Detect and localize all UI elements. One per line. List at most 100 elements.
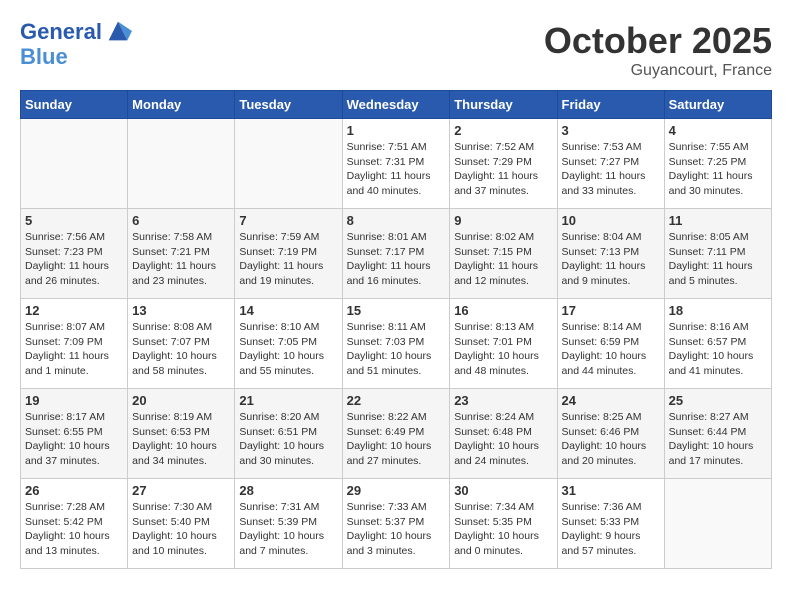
day-cell: 22 Sunrise: 8:22 AMSunset: 6:49 PMDayligh… [342, 389, 450, 479]
day-cell [21, 119, 128, 209]
day-cell: 7 Sunrise: 7:59 AMSunset: 7:19 PMDaylight… [235, 209, 342, 299]
day-cell: 18 Sunrise: 8:16 AMSunset: 6:57 PMDayligh… [664, 299, 771, 389]
day-cell: 8 Sunrise: 8:01 AMSunset: 7:17 PMDaylight… [342, 209, 450, 299]
day-number: 24 [562, 393, 660, 408]
day-info: Sunrise: 7:56 AMSunset: 7:23 PMDaylight:… [25, 230, 123, 289]
day-cell [664, 479, 771, 569]
day-info: Sunrise: 7:31 AMSunset: 5:39 PMDaylight:… [239, 500, 337, 559]
day-info: Sunrise: 7:33 AMSunset: 5:37 PMDaylight:… [347, 500, 446, 559]
day-cell: 12 Sunrise: 8:07 AMSunset: 7:09 PMDayligh… [21, 299, 128, 389]
day-info: Sunrise: 7:34 AMSunset: 5:35 PMDaylight:… [454, 500, 552, 559]
day-info: Sunrise: 8:22 AMSunset: 6:49 PMDaylight:… [347, 410, 446, 469]
day-number: 7 [239, 213, 337, 228]
day-info: Sunrise: 8:27 AMSunset: 6:44 PMDaylight:… [669, 410, 767, 469]
day-info: Sunrise: 7:28 AMSunset: 5:42 PMDaylight:… [25, 500, 123, 559]
day-cell: 1 Sunrise: 7:51 AMSunset: 7:31 PMDaylight… [342, 119, 450, 209]
day-info: Sunrise: 8:25 AMSunset: 6:46 PMDaylight:… [562, 410, 660, 469]
day-number: 8 [347, 213, 446, 228]
week-row-3: 12 Sunrise: 8:07 AMSunset: 7:09 PMDayligh… [21, 299, 772, 389]
day-info: Sunrise: 8:07 AMSunset: 7:09 PMDaylight:… [25, 320, 123, 379]
day-number: 9 [454, 213, 552, 228]
day-info: Sunrise: 7:55 AMSunset: 7:25 PMDaylight:… [669, 140, 767, 199]
day-number: 10 [562, 213, 660, 228]
day-number: 5 [25, 213, 123, 228]
day-cell: 24 Sunrise: 8:25 AMSunset: 6:46 PMDayligh… [557, 389, 664, 479]
day-info: Sunrise: 8:16 AMSunset: 6:57 PMDaylight:… [669, 320, 767, 379]
day-number: 12 [25, 303, 123, 318]
day-cell: 5 Sunrise: 7:56 AMSunset: 7:23 PMDaylight… [21, 209, 128, 299]
day-cell: 27 Sunrise: 7:30 AMSunset: 5:40 PMDayligh… [128, 479, 235, 569]
day-cell: 13 Sunrise: 8:08 AMSunset: 7:07 PMDayligh… [128, 299, 235, 389]
day-number: 21 [239, 393, 337, 408]
day-cell: 3 Sunrise: 7:53 AMSunset: 7:27 PMDaylight… [557, 119, 664, 209]
day-number: 4 [669, 123, 767, 138]
location: Guyancourt, France [544, 62, 772, 80]
day-number: 1 [347, 123, 446, 138]
day-number: 13 [132, 303, 230, 318]
day-info: Sunrise: 8:24 AMSunset: 6:48 PMDaylight:… [454, 410, 552, 469]
month-title: October 2025 [544, 20, 772, 62]
day-cell: 15 Sunrise: 8:11 AMSunset: 7:03 PMDayligh… [342, 299, 450, 389]
day-cell: 23 Sunrise: 8:24 AMSunset: 6:48 PMDayligh… [450, 389, 557, 479]
logo-text: General Blue [20, 20, 132, 69]
day-cell [128, 119, 235, 209]
day-cell: 2 Sunrise: 7:52 AMSunset: 7:29 PMDaylight… [450, 119, 557, 209]
day-cell: 11 Sunrise: 8:05 AMSunset: 7:11 PMDayligh… [664, 209, 771, 299]
logo-icon [104, 17, 132, 45]
day-cell: 14Sunrise: 8:10 AMSunset: 7:05 PMDayligh… [235, 299, 342, 389]
header-cell-saturday: Saturday [664, 91, 771, 119]
day-number: 23 [454, 393, 552, 408]
day-number: 18 [669, 303, 767, 318]
day-number: 20 [132, 393, 230, 408]
week-row-1: 1 Sunrise: 7:51 AMSunset: 7:31 PMDaylight… [21, 119, 772, 209]
day-cell: 9Sunrise: 8:02 AMSunset: 7:15 PMDaylight… [450, 209, 557, 299]
day-cell: 28 Sunrise: 7:31 AMSunset: 5:39 PMDayligh… [235, 479, 342, 569]
day-info: Sunrise: 8:19 AMSunset: 6:53 PMDaylight:… [132, 410, 230, 469]
day-info: Sunrise: 7:30 AMSunset: 5:40 PMDaylight:… [132, 500, 230, 559]
header-cell-sunday: Sunday [21, 91, 128, 119]
day-cell: 30 Sunrise: 7:34 AMSunset: 5:35 PMDayligh… [450, 479, 557, 569]
day-cell: 21 Sunrise: 8:20 AMSunset: 6:51 PMDayligh… [235, 389, 342, 479]
day-cell: 19Sunrise: 8:17 AMSunset: 6:55 PMDayligh… [21, 389, 128, 479]
day-number: 11 [669, 213, 767, 228]
day-number: 3 [562, 123, 660, 138]
day-cell: 6 Sunrise: 7:58 AMSunset: 7:21 PMDaylight… [128, 209, 235, 299]
day-info: Sunrise: 8:01 AMSunset: 7:17 PMDaylight:… [347, 230, 446, 289]
header-cell-tuesday: Tuesday [235, 91, 342, 119]
day-info: Sunrise: 7:52 AMSunset: 7:29 PMDaylight:… [454, 140, 552, 199]
week-row-5: 26Sunrise: 7:28 AMSunset: 5:42 PMDayligh… [21, 479, 772, 569]
day-number: 19 [25, 393, 123, 408]
logo: General Blue [20, 20, 132, 69]
day-cell [235, 119, 342, 209]
day-info: Sunrise: 8:13 AMSunset: 7:01 PMDaylight:… [454, 320, 552, 379]
day-info: Sunrise: 7:53 AMSunset: 7:27 PMDaylight:… [562, 140, 660, 199]
day-number: 6 [132, 213, 230, 228]
day-number: 30 [454, 483, 552, 498]
day-cell: 4 Sunrise: 7:55 AMSunset: 7:25 PMDaylight… [664, 119, 771, 209]
day-cell: 25Sunrise: 8:27 AMSunset: 6:44 PMDayligh… [664, 389, 771, 479]
day-info: Sunrise: 8:05 AMSunset: 7:11 PMDaylight:… [669, 230, 767, 289]
header-cell-thursday: Thursday [450, 91, 557, 119]
day-number: 22 [347, 393, 446, 408]
header-cell-friday: Friday [557, 91, 664, 119]
day-number: 2 [454, 123, 552, 138]
day-cell: 31Sunrise: 7:36 AMSunset: 5:33 PMDayligh… [557, 479, 664, 569]
day-cell: 29Sunrise: 7:33 AMSunset: 5:37 PMDayligh… [342, 479, 450, 569]
day-number: 14 [239, 303, 337, 318]
day-number: 28 [239, 483, 337, 498]
day-info: Sunrise: 7:58 AMSunset: 7:21 PMDaylight:… [132, 230, 230, 289]
header-cell-wednesday: Wednesday [342, 91, 450, 119]
week-row-4: 19Sunrise: 8:17 AMSunset: 6:55 PMDayligh… [21, 389, 772, 479]
day-info: Sunrise: 8:08 AMSunset: 7:07 PMDaylight:… [132, 320, 230, 379]
header-row: SundayMondayTuesdayWednesdayThursdayFrid… [21, 91, 772, 119]
day-number: 31 [562, 483, 660, 498]
day-info: Sunrise: 8:14 AMSunset: 6:59 PMDaylight:… [562, 320, 660, 379]
day-number: 15 [347, 303, 446, 318]
day-info: Sunrise: 7:59 AMSunset: 7:19 PMDaylight:… [239, 230, 337, 289]
day-number: 27 [132, 483, 230, 498]
day-info: Sunrise: 8:20 AMSunset: 6:51 PMDaylight:… [239, 410, 337, 469]
day-cell: 20 Sunrise: 8:19 AMSunset: 6:53 PMDayligh… [128, 389, 235, 479]
calendar-table: SundayMondayTuesdayWednesdayThursdayFrid… [20, 90, 772, 569]
day-info: Sunrise: 7:51 AMSunset: 7:31 PMDaylight:… [347, 140, 446, 199]
day-info: Sunrise: 8:11 AMSunset: 7:03 PMDaylight:… [347, 320, 446, 379]
